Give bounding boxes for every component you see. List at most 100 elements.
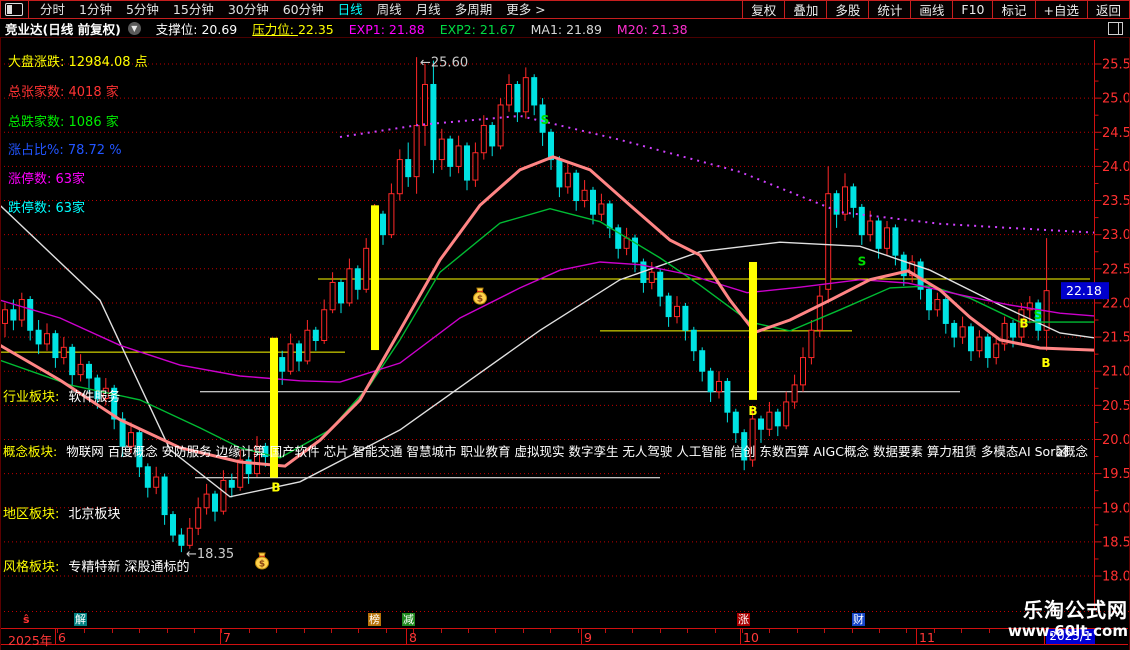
indicator-titlebar: 竞业达(日线 前复权) ▼ 支撑位: 20.69 压力位: 22.35 EXP1: … [0,19,1130,38]
tool-button-0[interactable]: 复权 [742,1,784,18]
timeframe-item-4[interactable]: 30分钟 [221,1,276,18]
event-badge-涨[interactable]: 涨 [737,613,750,626]
stat-row-1: 总张家数: 4018 家 [8,85,119,100]
candle-body [228,479,235,488]
candle-body [455,145,462,167]
toolbar-top: 分时 1分钟 5分钟 15分钟 30分钟 60分钟 日线 周线 月线 多周期 更多 > 复权 叠加 多股… [0,0,1130,19]
ma-line-EXP1 [0,155,1095,468]
candle-body [951,322,958,338]
sector-label-3: 风格板块: [3,560,60,575]
axis-minor-tick [57,629,58,633]
event-badge-解[interactable]: 解 [74,613,87,626]
tool-button-2[interactable]: 多股 [826,1,868,18]
price-axis-label: 18.50 [1102,535,1130,550]
sector-value-0[interactable]: 软件服务 [68,390,120,405]
indicator-1: 压力位: 22.35 [252,22,333,37]
timeframe-item-9[interactable]: 多周期 [448,1,500,18]
candle-body [363,247,370,290]
indicator-value-2: 21.88 [388,21,425,37]
candle-body [212,493,218,512]
svg-text:$: $ [477,295,483,305]
candle-body [144,466,151,488]
axis-minor-tick [578,629,579,633]
event-badge-财[interactable]: 财 [852,613,865,626]
stat-row-2: 总跌家数: 1086 家 [8,115,119,130]
timeframe-item-5[interactable]: 60分钟 [276,1,331,18]
axis-minor-tick [769,629,770,633]
money-bag-icon: $ [255,552,269,570]
candle-body [774,411,781,427]
month-separator [916,629,917,644]
indicator-4: MA1: 21.89 [531,22,602,37]
candle-body [858,206,865,236]
timeframe-item-8[interactable]: 月线 [409,1,448,18]
timeframe-item-7[interactable]: 周线 [370,1,409,18]
axis-minor-tick [824,629,825,633]
candlestick-chart[interactable]: SSSBBBB←25.60←18.35$$25.5025.0024.5024.0… [0,0,1130,650]
candle-body [606,203,613,229]
candle-body [934,299,941,311]
window-left-border [0,0,1,650]
axis-minor-tick [413,629,414,633]
candle-body [10,309,17,321]
candle-body [942,299,949,324]
candle-body [186,527,193,546]
timeframe-menu: 分时 1分钟 5分钟 15分钟 30分钟 60分钟 日线 周线 月线 多周期 更多 > [33,1,553,18]
money-bag-icon: $ [473,287,487,305]
chevron-down-icon[interactable]: ▼ [127,21,141,35]
candle-body [447,138,454,167]
timeframe-item-10[interactable]: 更多 > [499,1,552,18]
sector-value-3[interactable]: 专精特新 深股通标的 [68,560,189,575]
candle-body [405,159,412,178]
candle-body [623,237,630,249]
watermark: 乐淘公式网 www.60lt.com [1008,598,1128,640]
axis-minor-tick [934,629,935,633]
candle-body [472,152,479,181]
candle-body [438,138,445,161]
tool-button-7[interactable]: +自选 [1034,1,1087,18]
sector-label-0: 行业板块: [3,390,60,405]
candle-body [69,346,76,376]
stat-row-5: 跌停数: 63家 [8,201,86,216]
tool-button-6[interactable]: 标记 [992,1,1034,18]
timeframe-item-2[interactable]: 5分钟 [119,1,166,18]
axis-minor-tick [221,629,222,633]
window-layout-icon[interactable] [5,3,23,16]
signal-s-mark: S [1034,308,1043,322]
price-tag-value: 22.18 [1066,283,1102,298]
stat-row-3: 涨占比%: 78.72 % [8,143,122,158]
timeframe-item-6[interactable]: 日线 [331,1,370,18]
sector-value-1[interactable]: 物联网 百度概念 安防服务 边缘计算 国产软件 芯片 智能交通 智慧城市 职业教… [66,444,1091,459]
signal-s-mark: S [858,254,867,268]
tool-button-1[interactable]: 叠加 [784,1,826,18]
tool-button-8[interactable]: 返回 [1086,1,1129,18]
tool-button-5[interactable]: F10 [952,1,992,18]
axis-minor-tick [358,629,359,633]
indicator-value-3: 21.67 [479,21,516,37]
candle-body [27,299,34,331]
axis-minor-tick [386,629,387,633]
axis-minor-tick [84,629,85,633]
event-badge-减[interactable]: 减 [402,613,415,626]
tool-button-4[interactable]: 画线 [910,1,952,18]
candle-body [161,476,168,516]
split-window-icon[interactable] [1108,21,1123,35]
candle-body [590,189,596,215]
candle-body [984,336,991,359]
sector-value-2[interactable]: 北京板块 [68,507,120,522]
sector-label-1: 概念板块: [3,444,58,459]
timeframe-item-3[interactable]: 15分钟 [166,1,221,18]
month-separator [740,629,741,644]
price-axis-label: 19.00 [1102,501,1130,516]
toolbar-divider [28,1,29,18]
event-badge-ŝ[interactable]: ŝ [22,613,31,626]
tool-button-3[interactable]: 统计 [868,1,910,18]
timeframe-item-1[interactable]: 1分钟 [72,1,119,18]
timeframe-item-0[interactable]: 分时 [33,1,72,18]
candle-body [665,295,672,318]
event-badge-榜[interactable]: 榜 [368,613,381,626]
candle-body [287,343,294,372]
price-axis-label: 21.50 [1102,331,1130,346]
watermark-site-name: 乐淘公式网 [1023,598,1128,622]
candle-body [312,329,319,341]
